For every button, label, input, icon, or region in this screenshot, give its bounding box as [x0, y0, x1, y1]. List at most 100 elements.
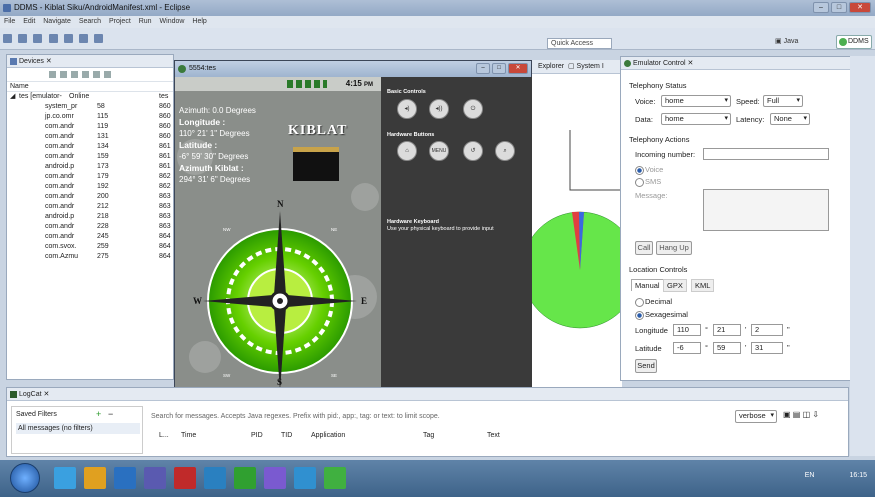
longitude-minutes[interactable]: 21 — [713, 324, 741, 336]
col-time[interactable]: Time — [181, 432, 196, 439]
process-row[interactable]: jp.co.omr 115 860 — [7, 112, 173, 122]
process-row[interactable]: com.svox. 259 864 — [7, 242, 173, 252]
hangup-button[interactable]: Hang Up — [656, 241, 692, 255]
process-row[interactable]: system_pr 58 860 — [7, 102, 173, 112]
menu-edit[interactable]: Edit — [23, 18, 35, 25]
emu-maximize-button[interactable]: □ — [492, 63, 506, 74]
log-level-select[interactable]: verbose — [735, 410, 777, 423]
taskbar-app-5[interactable] — [174, 467, 196, 489]
tab-manual[interactable]: Manual — [631, 279, 664, 291]
clock[interactable]: 16:15 — [849, 472, 867, 479]
col-application[interactable]: Application — [311, 432, 345, 439]
menu-project[interactable]: Project — [109, 18, 131, 25]
process-row[interactable]: com.andr 245 864 — [7, 232, 173, 242]
search-icon[interactable] — [79, 34, 89, 43]
latitude-minutes[interactable]: 59 — [713, 342, 741, 354]
message-textarea[interactable] — [703, 189, 829, 231]
process-row[interactable]: com.andr 119 860 — [7, 122, 173, 132]
taskbar-app-8[interactable] — [264, 467, 286, 489]
call-button[interactable]: Call — [635, 241, 653, 255]
taskbar-app-10[interactable] — [324, 467, 346, 489]
latency-select[interactable]: None — [770, 113, 810, 125]
menu-help[interactable]: Help — [192, 18, 206, 25]
process-row[interactable]: com.andr 212 863 — [7, 202, 173, 212]
all-messages-filter[interactable]: All messages (no filters) — [16, 423, 140, 434]
decimal-radio[interactable]: Decimal — [635, 297, 672, 307]
process-row[interactable]: android.p 173 861 — [7, 162, 173, 172]
save-icon[interactable] — [18, 34, 28, 43]
voice-radio[interactable]: Voice — [635, 165, 663, 175]
tab-gpx[interactable]: GPX — [663, 279, 687, 292]
menu-file[interactable]: File — [4, 18, 15, 25]
maximize-button[interactable]: □ — [831, 2, 847, 13]
taskbar-app-1[interactable] — [54, 467, 76, 489]
start-button[interactable] — [10, 463, 40, 493]
cause-gc-icon[interactable] — [82, 71, 89, 78]
logcat-search-input[interactable]: Search for messages. Accepts Java regexe… — [151, 410, 721, 423]
save-log-icon[interactable]: ▣ — [783, 410, 791, 419]
taskbar-app-2[interactable] — [84, 467, 106, 489]
volume-up-button[interactable]: ◂)) — [429, 99, 449, 119]
col-level[interactable]: L... — [159, 432, 169, 439]
sms-radio[interactable]: SMS — [635, 177, 661, 187]
minimize-button[interactable]: – — [813, 2, 829, 13]
latitude-seconds[interactable]: 31 — [751, 342, 783, 354]
taskbar-app-3[interactable] — [114, 467, 136, 489]
logcat-tab[interactable]: LogCat ✕ — [7, 388, 848, 401]
file-explorer-tab[interactable]: Explorer — [538, 63, 564, 70]
system-info-tab[interactable]: System I — [577, 63, 604, 70]
col-tid[interactable]: TID — [281, 432, 292, 439]
run-icon[interactable] — [63, 34, 73, 43]
clear-log-icon[interactable]: ▤ — [793, 410, 801, 419]
remove-filter-icon[interactable]: − — [108, 409, 113, 419]
debug-icon[interactable] — [48, 34, 58, 43]
emu-minimize-button[interactable]: – — [476, 63, 490, 74]
process-row[interactable]: com.andr 131 860 — [7, 132, 173, 142]
scroll-lock-icon[interactable]: ⇩ — [812, 410, 819, 419]
update-heap-icon[interactable] — [60, 71, 67, 78]
speed-select[interactable]: Full — [763, 95, 803, 107]
close-button[interactable]: ✕ — [849, 2, 871, 13]
devices-col-name[interactable]: Name — [7, 82, 173, 92]
menu-navigate[interactable]: Navigate — [43, 18, 71, 25]
new-icon[interactable] — [3, 34, 12, 43]
incoming-number-input[interactable] — [703, 148, 829, 160]
process-row[interactable]: com.andr 134 861 — [7, 142, 173, 152]
col-tag[interactable]: Tag — [423, 432, 434, 439]
menu-run[interactable]: Run — [139, 18, 152, 25]
menu-window[interactable]: Window — [160, 18, 185, 25]
tab-kml[interactable]: KML — [691, 279, 715, 292]
longitude-seconds[interactable]: 2 — [751, 324, 783, 336]
update-threads-icon[interactable] — [93, 71, 100, 78]
taskbar-app-7[interactable] — [234, 467, 256, 489]
voice-select[interactable]: home — [661, 95, 731, 107]
data-select[interactable]: home — [661, 113, 731, 125]
process-row[interactable]: com.andr 200 863 — [7, 192, 173, 202]
longitude-degrees[interactable]: 110 — [673, 324, 701, 336]
emulator-control-tab[interactable]: Emulator Control ✕ — [621, 57, 851, 70]
menu-search[interactable]: Search — [79, 18, 101, 25]
process-row[interactable]: com.andr 228 863 — [7, 222, 173, 232]
process-row[interactable]: android.p 218 863 — [7, 212, 173, 222]
print-icon[interactable] — [33, 34, 43, 43]
home-button[interactable]: ⌂ — [397, 141, 417, 161]
menu-button[interactable]: MENU — [429, 141, 449, 161]
process-row[interactable]: com.andr 159 861 — [7, 152, 173, 162]
col-text[interactable]: Text — [487, 432, 500, 439]
sexagesimal-radio[interactable]: Sexagesimal — [635, 310, 688, 320]
process-row[interactable]: com.andr 192 862 — [7, 182, 173, 192]
latitude-degrees[interactable]: -6 — [673, 342, 701, 354]
taskbar-app-9[interactable] — [294, 467, 316, 489]
debug-process-icon[interactable] — [49, 71, 56, 78]
stop-process-icon[interactable] — [104, 71, 111, 78]
power-button[interactable]: ⏻ — [463, 99, 483, 119]
process-row[interactable]: com.andr 179 862 — [7, 172, 173, 182]
devices-tab[interactable]: Devices ✕ — [7, 55, 173, 68]
expand-icon[interactable]: ◢ — [10, 92, 15, 102]
device-screen[interactable]: 4:15 PM Azimuth: 0.0 Degrees Longitude :… — [175, 77, 381, 393]
col-pid[interactable]: PID — [251, 432, 263, 439]
search-hw-button[interactable]: ⌕ — [495, 141, 515, 161]
quick-access-input[interactable]: Quick Access — [547, 38, 612, 49]
language-indicator[interactable]: EN — [805, 472, 815, 479]
taskbar-app-4[interactable] — [144, 467, 166, 489]
